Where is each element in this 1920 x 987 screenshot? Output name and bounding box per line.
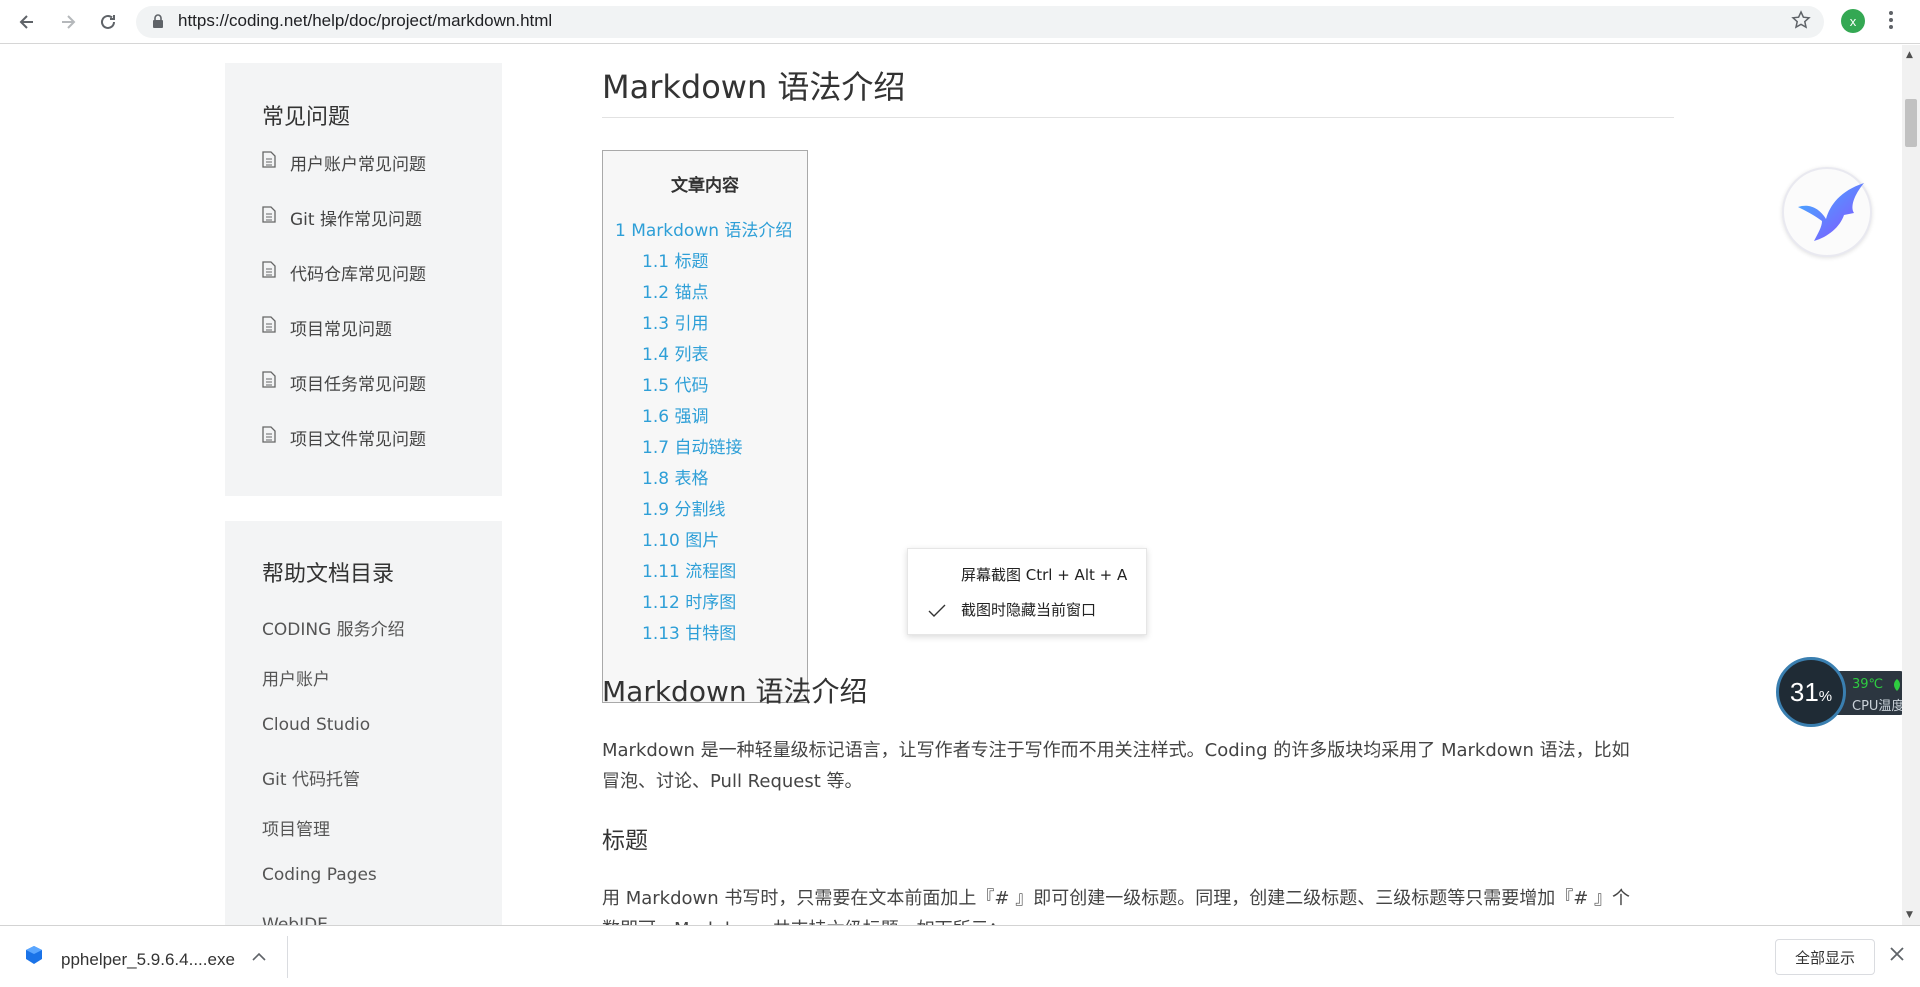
cpu-usage-ring: 31% (1776, 657, 1846, 727)
toc-link[interactable]: 1.12 时序图 (642, 588, 736, 613)
download-bar: pphelper_5.9.6.4....exe 全部显示 (0, 925, 1920, 987)
section-heading: Markdown 语法介绍 (602, 675, 868, 708)
chevron-up-icon[interactable] (252, 947, 266, 966)
toc-link[interactable]: 1.7 自动链接 (642, 433, 742, 458)
back-arrow-icon[interactable] (12, 7, 42, 37)
toc-link[interactable]: 1.4 列表 (642, 340, 708, 365)
help-toc-item[interactable]: CODING 服务介绍 (262, 615, 405, 640)
close-icon[interactable] (1889, 946, 1905, 966)
url-text[interactable]: https://coding.net/help/doc/project/mark… (178, 11, 552, 31)
document-icon (262, 426, 276, 448)
toc-link[interactable]: 1.13 甘特图 (642, 619, 736, 644)
document-icon (262, 261, 276, 283)
faq-item-label: 项目常见问题 (290, 319, 392, 340)
toc-link[interactable]: 1.1 标题 (642, 247, 708, 272)
leaf-icon (1892, 677, 1902, 696)
toc-link[interactable]: 1.3 引用 (642, 309, 708, 334)
help-toc-panel: 帮助文档目录 CODING 服务介绍 用户账户 Cloud Studio Git… (225, 521, 502, 925)
vertical-scrollbar[interactable]: ▲ ▼ (1902, 45, 1920, 925)
article-toc: 文章内容 1 Markdown 语法介绍 1.1 标题 1.2 锚点 1.3 引… (602, 150, 808, 703)
toc-link[interactable]: 1.11 流程图 (642, 557, 736, 582)
menu-item-hide-window[interactable]: 截图时隐藏当前窗口 (961, 599, 1096, 620)
faq-item-label: 用户账户常见问题 (290, 154, 426, 175)
faq-item-git[interactable]: Git 操作常见问题 (262, 202, 422, 232)
scroll-down-icon[interactable]: ▼ (1906, 910, 1913, 920)
help-toc-item[interactable]: WebIDE (262, 915, 328, 925)
help-toc-item[interactable]: Git 代码托管 (262, 765, 360, 790)
check-icon (928, 603, 946, 622)
toc-link[interactable]: 1.9 分割线 (642, 495, 725, 520)
heading-paragraph-line: 数即可，Markdown 共支持六级标题，如下所示： (602, 914, 1674, 925)
faq-panel: 常见问题 用户账户常见问题 Git 操作常见问题 代码仓库常见问题 项目常见问题… (225, 63, 502, 496)
help-toc-item[interactable]: Coding Pages (262, 865, 377, 885)
document-icon (262, 151, 276, 173)
toc-link[interactable]: 1.5 代码 (642, 371, 708, 396)
reload-icon[interactable] (93, 7, 123, 37)
bird-logo-icon (1798, 183, 1864, 241)
subsection-heading: 标题 (602, 828, 648, 854)
toc-link[interactable]: 1.8 表格 (642, 464, 708, 489)
page-content: 常见问题 用户账户常见问题 Git 操作常见问题 代码仓库常见问题 项目常见问题… (0, 45, 1902, 925)
help-toc-title: 帮助文档目录 (262, 562, 395, 587)
download-file-name[interactable]: pphelper_5.9.6.4....exe (61, 950, 235, 970)
faq-item-label: 项目文件常见问题 (290, 429, 426, 450)
more-vert-icon[interactable] (1888, 9, 1894, 35)
installer-icon (24, 945, 44, 969)
faq-item-label: Git 操作常见问题 (290, 209, 422, 230)
help-toc-item[interactable]: Cloud Studio (262, 715, 370, 735)
forward-arrow-icon[interactable] (53, 7, 83, 37)
page-title: Markdown 语法介绍 (602, 68, 906, 106)
document-icon (262, 371, 276, 393)
scroll-thumb[interactable] (1905, 99, 1917, 147)
toc-link[interactable]: 1 Markdown 语法介绍 (615, 216, 792, 241)
document-icon (262, 206, 276, 228)
intro-paragraph-line: Markdown 是一种轻量级标记语言，让写作者专注于写作而不用关注样式。Cod… (602, 740, 1630, 761)
profile-avatar[interactable]: x (1841, 9, 1865, 33)
cpu-label: CPU温度 (1852, 699, 1902, 714)
faq-item-file[interactable]: 项目文件常见问题 (262, 422, 426, 452)
help-toc-item[interactable]: 项目管理 (262, 815, 330, 840)
document-icon (262, 316, 276, 338)
faq-item-project[interactable]: 项目常见问题 (262, 312, 392, 342)
faq-item-label: 项目任务常见问题 (290, 374, 426, 395)
faq-item-label: 代码仓库常见问题 (290, 264, 426, 285)
intro-paragraph-line: 冒泡、讨论、Pull Request 等。 (602, 771, 863, 792)
bird-widget[interactable] (1782, 167, 1872, 257)
faq-item-task[interactable]: 项目任务常见问题 (262, 367, 426, 397)
cpu-percent-sign: % (1818, 687, 1833, 705)
browser-toolbar: https://coding.net/help/doc/project/mark… (0, 0, 1920, 44)
lock-icon[interactable] (152, 14, 164, 33)
toc-link[interactable]: 1.10 图片 (642, 526, 719, 551)
cpu-monitor-widget[interactable]: 39℃ CPU温度 31% (1776, 657, 1902, 729)
faq-title: 常见问题 (262, 105, 351, 130)
toc-link[interactable]: 1.6 强调 (642, 402, 708, 427)
cpu-temperature: 39℃ (1852, 677, 1884, 692)
toc-link[interactable]: 1.2 锚点 (642, 278, 708, 303)
download-separator (287, 936, 288, 978)
faq-item-user[interactable]: 用户账户常见问题 (262, 147, 426, 177)
menu-item-screenshot[interactable]: 屏幕截图 Ctrl + Alt + A (961, 564, 1127, 585)
toc-heading: 文章内容 (671, 176, 739, 196)
cpu-percent: 31 (1789, 676, 1819, 707)
title-divider (602, 117, 1674, 118)
help-toc-item[interactable]: 用户账户 (262, 665, 330, 690)
heading-paragraph-line: 用 Markdown 书写时，只需要在文本前面加上『# 』即可创建一级标题。同理… (602, 888, 1630, 909)
show-all-button[interactable]: 全部显示 (1775, 939, 1875, 975)
star-icon[interactable] (1791, 10, 1811, 34)
scroll-up-icon[interactable]: ▲ (1906, 50, 1913, 60)
context-menu: 屏幕截图 Ctrl + Alt + A 截图时隐藏当前窗口 (907, 548, 1147, 635)
faq-item-repo[interactable]: 代码仓库常见问题 (262, 257, 426, 287)
